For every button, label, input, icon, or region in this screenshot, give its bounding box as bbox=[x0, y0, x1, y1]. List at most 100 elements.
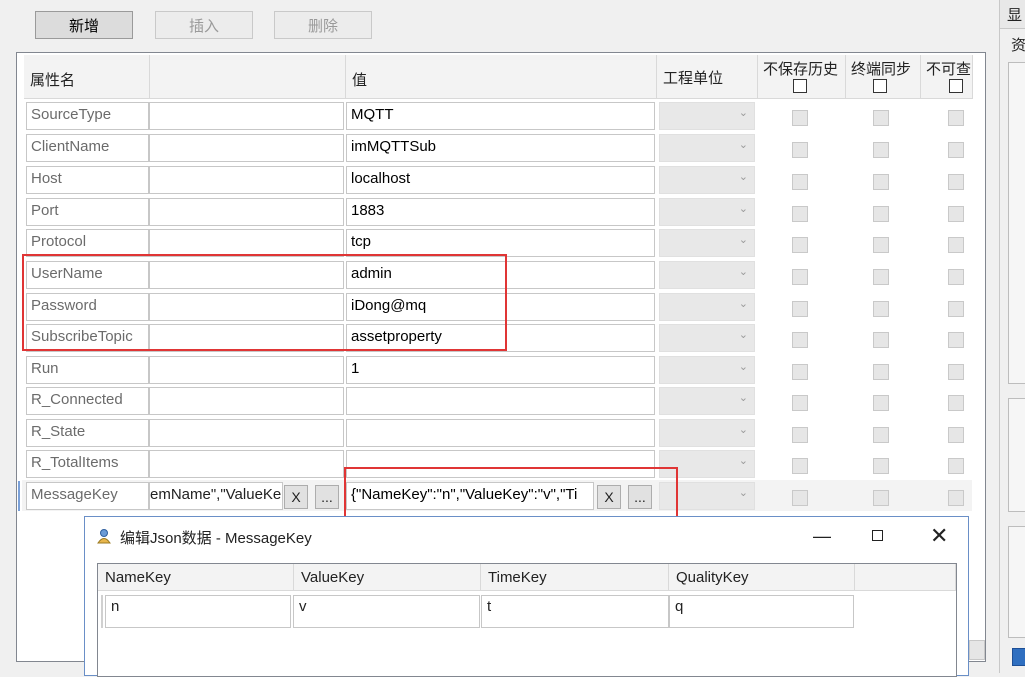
unit-dropdown[interactable]: ⌄ bbox=[659, 324, 755, 352]
highlight-credentials bbox=[22, 254, 507, 351]
not-queryable-checkbox[interactable] bbox=[948, 206, 964, 222]
no-history-checkbox[interactable] bbox=[792, 206, 808, 222]
chevron-down-icon: ⌄ bbox=[738, 392, 748, 404]
unit-dropdown[interactable]: ⌄ bbox=[659, 356, 755, 384]
chevron-down-icon: ⌄ bbox=[738, 361, 748, 373]
more-button[interactable]: ... bbox=[315, 485, 339, 509]
no-history-checkbox[interactable] bbox=[792, 490, 808, 506]
no-history-select-all-checkbox[interactable] bbox=[793, 79, 807, 93]
no-history-checkbox[interactable] bbox=[792, 174, 808, 190]
table-row: ClientName imMQTTSub ⌄ bbox=[22, 132, 972, 163]
terminal-sync-checkbox[interactable] bbox=[873, 301, 889, 317]
unit-dropdown[interactable]: ⌄ bbox=[659, 134, 755, 162]
not-queryable-checkbox[interactable] bbox=[948, 427, 964, 443]
json-cell-namekey[interactable]: n bbox=[105, 595, 291, 628]
property-aux-field[interactable] bbox=[149, 166, 344, 194]
close-icon[interactable]: ✕ bbox=[930, 523, 948, 549]
property-aux-field[interactable] bbox=[149, 198, 344, 226]
property-name: R_Connected bbox=[26, 387, 149, 415]
property-aux-field[interactable] bbox=[149, 450, 344, 478]
clear-button[interactable]: X bbox=[284, 485, 308, 509]
property-value-field[interactable]: localhost bbox=[346, 166, 655, 194]
no-history-checkbox[interactable] bbox=[792, 427, 808, 443]
column-header-value: 值 bbox=[346, 55, 657, 99]
property-aux-field[interactable] bbox=[149, 102, 344, 130]
not-queryable-checkbox[interactable] bbox=[948, 458, 964, 474]
json-cell-timekey[interactable]: t bbox=[481, 595, 669, 628]
terminal-sync-checkbox[interactable] bbox=[873, 142, 889, 158]
no-history-checkbox[interactable] bbox=[792, 110, 808, 126]
not-queryable-checkbox[interactable] bbox=[948, 332, 964, 348]
property-value-field[interactable]: 1 bbox=[346, 356, 655, 384]
minimize-icon[interactable]: — bbox=[813, 526, 831, 547]
property-aux-field[interactable] bbox=[149, 229, 344, 257]
not-queryable-checkbox[interactable] bbox=[948, 301, 964, 317]
selected-row-marker bbox=[18, 481, 20, 511]
unit-dropdown[interactable]: ⌄ bbox=[659, 387, 755, 415]
unit-dropdown[interactable]: ⌄ bbox=[659, 102, 755, 130]
not-queryable-checkbox[interactable] bbox=[948, 237, 964, 253]
no-history-checkbox[interactable] bbox=[792, 332, 808, 348]
terminal-sync-checkbox[interactable] bbox=[873, 332, 889, 348]
no-history-checkbox[interactable] bbox=[792, 301, 808, 317]
maximize-icon[interactable] bbox=[872, 530, 883, 541]
property-value-field[interactable]: MQTT bbox=[346, 102, 655, 130]
unit-dropdown[interactable]: ⌄ bbox=[659, 293, 755, 321]
terminal-sync-checkbox[interactable] bbox=[873, 427, 889, 443]
property-aux-field[interactable]: emName","ValueKe bbox=[149, 482, 283, 510]
no-history-checkbox[interactable] bbox=[792, 237, 808, 253]
not-queryable-checkbox[interactable] bbox=[948, 364, 964, 380]
unit-dropdown[interactable]: ⌄ bbox=[659, 419, 755, 447]
table-row: SourceType MQTT ⌄ bbox=[22, 100, 972, 131]
no-history-checkbox[interactable] bbox=[792, 269, 808, 285]
chevron-down-icon: ⌄ bbox=[738, 234, 748, 246]
column-header-value-label: 值 bbox=[352, 72, 368, 89]
unit-dropdown[interactable]: ⌄ bbox=[659, 229, 755, 257]
terminal-sync-checkbox[interactable] bbox=[873, 458, 889, 474]
terminal-sync-checkbox[interactable] bbox=[873, 206, 889, 222]
property-aux-field[interactable] bbox=[149, 387, 344, 415]
no-history-checkbox[interactable] bbox=[792, 395, 808, 411]
property-aux-field[interactable] bbox=[149, 356, 344, 384]
right-panel-group-1 bbox=[1008, 62, 1025, 384]
not-queryable-checkbox[interactable] bbox=[948, 395, 964, 411]
unit-dropdown[interactable]: ⌄ bbox=[659, 198, 755, 226]
terminal-sync-checkbox[interactable] bbox=[873, 269, 889, 285]
property-value-field[interactable]: imMQTTSub bbox=[346, 134, 655, 162]
not-queryable-checkbox[interactable] bbox=[948, 110, 964, 126]
no-history-checkbox[interactable] bbox=[792, 364, 808, 380]
terminal-sync-checkbox[interactable] bbox=[873, 110, 889, 126]
insert-button: 插入 bbox=[155, 11, 253, 39]
json-header-namekey-label: NameKey bbox=[105, 569, 171, 586]
no-history-checkbox[interactable] bbox=[792, 458, 808, 474]
column-header-unit-label: 工程单位 bbox=[663, 70, 724, 87]
unit-dropdown[interactable]: ⌄ bbox=[659, 261, 755, 289]
not-queryable-checkbox[interactable] bbox=[948, 490, 964, 506]
property-value-field[interactable]: 1883 bbox=[346, 198, 655, 226]
terminal-sync-checkbox[interactable] bbox=[873, 395, 889, 411]
not-queryable-checkbox[interactable] bbox=[948, 269, 964, 285]
not-queryable-checkbox[interactable] bbox=[948, 142, 964, 158]
json-cell-qualitykey[interactable]: q bbox=[669, 595, 854, 628]
property-aux-field[interactable] bbox=[149, 419, 344, 447]
no-history-checkbox[interactable] bbox=[792, 142, 808, 158]
terminal-sync-checkbox[interactable] bbox=[873, 364, 889, 380]
property-value-field[interactable]: tcp bbox=[346, 229, 655, 257]
property-value-field[interactable] bbox=[346, 419, 655, 447]
terminal-sync-checkbox[interactable] bbox=[873, 490, 889, 506]
right-panel-icon[interactable] bbox=[1012, 648, 1025, 666]
property-value-field[interactable] bbox=[346, 387, 655, 415]
json-header-valuekey-label: ValueKey bbox=[301, 569, 365, 586]
right-panel-group-2 bbox=[1008, 398, 1025, 512]
not-queryable-select-all-checkbox[interactable] bbox=[949, 79, 963, 93]
table-row: R_Connected ⌄ bbox=[22, 385, 972, 416]
unit-dropdown[interactable]: ⌄ bbox=[659, 166, 755, 194]
property-name: Host bbox=[26, 166, 149, 194]
terminal-sync-checkbox[interactable] bbox=[873, 237, 889, 253]
add-button[interactable]: 新增 bbox=[35, 11, 133, 39]
terminal-sync-select-all-checkbox[interactable] bbox=[873, 79, 887, 93]
json-cell-valuekey[interactable]: v bbox=[293, 595, 480, 628]
property-aux-field[interactable] bbox=[149, 134, 344, 162]
not-queryable-checkbox[interactable] bbox=[948, 174, 964, 190]
terminal-sync-checkbox[interactable] bbox=[873, 174, 889, 190]
